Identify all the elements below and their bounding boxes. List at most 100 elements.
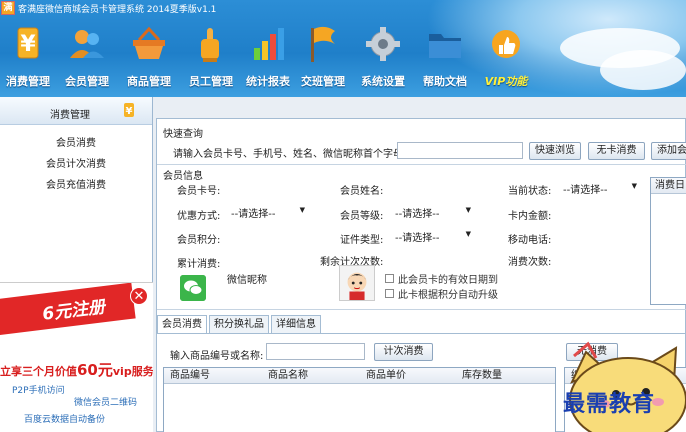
- basket-icon: [133, 26, 165, 59]
- nav-label: 系统设置: [361, 75, 405, 88]
- column-header: 商品名称: [268, 370, 308, 381]
- nav-shift[interactable]: 交班管理: [294, 20, 352, 92]
- nav-label: 商品管理: [127, 75, 171, 88]
- staff-icon: [201, 28, 219, 62]
- card-balance-label: 卡内金额:: [508, 211, 552, 222]
- tab-member-consume[interactable]: 会员消费: [157, 315, 207, 334]
- avatar: [339, 265, 375, 301]
- nav-label: 消费管理: [6, 75, 50, 88]
- quick-search-prompt: 请输入会员卡号、手机号、姓名、微信昵称首个字母: [173, 149, 403, 160]
- sidebar-item-member-count-consume[interactable]: 会员计次消费: [0, 154, 152, 175]
- column-header: 库存数量: [462, 370, 502, 381]
- nav-products[interactable]: 商品管理: [118, 20, 180, 92]
- column-header: 商品单价: [366, 370, 406, 381]
- total-consume-label: 累计消费:: [177, 259, 221, 270]
- quick-browse-button[interactable]: 快速浏览: [529, 142, 581, 160]
- tab-details[interactable]: 详细信息: [271, 315, 321, 333]
- tab-bar: 会员消费 积分换礼品 详细信息: [157, 315, 323, 334]
- sidebar: 消费管理 ¥ 会员消费 会员计次消费 会员充值消费 6元注册 ✕ 立享三个月价值…: [0, 97, 153, 432]
- count-consume-button[interactable]: 计次消费: [374, 343, 433, 361]
- nav-label: VIP功能: [484, 75, 528, 88]
- points-label: 会员积分:: [177, 235, 221, 246]
- sidebar-item-member-recharge[interactable]: 会员充值消费: [0, 175, 152, 196]
- flag-icon: [311, 26, 335, 62]
- quick-search-title: 快速查询: [163, 129, 203, 140]
- nav-label: 帮助文档: [423, 75, 467, 88]
- checkbox-box: [385, 274, 394, 283]
- header-cloud: [600, 50, 686, 90]
- expiry-date-checkbox[interactable]: 此会员卡的有效日期到: [385, 271, 498, 286]
- sidebar-menu: 会员消费 会员计次消费 会员充值消费: [0, 125, 152, 196]
- auto-upgrade-checkbox[interactable]: 此卡根据积分自动升级: [385, 286, 498, 301]
- yuan-icon: ¥: [124, 103, 134, 117]
- nav-reports[interactable]: 统计报表: [242, 20, 294, 92]
- nav-members[interactable]: 会员管理: [56, 20, 118, 92]
- tab-points-gift[interactable]: 积分换礼品: [209, 315, 269, 333]
- member-level-label: 会员等级:: [340, 211, 384, 222]
- status-select[interactable]: --请选择-- ▼: [561, 180, 639, 196]
- nav-label: 会员管理: [65, 75, 109, 88]
- consume-count-label: 消费次数:: [508, 257, 552, 268]
- member-info-title: 会员信息: [163, 171, 203, 182]
- yuan-icon: ¥: [17, 27, 39, 59]
- chevron-down-icon: ▼: [299, 206, 305, 214]
- members-icon: [70, 30, 104, 58]
- discount-label: 优惠方式:: [177, 211, 221, 222]
- product-input-label: 输入商品编号或名称:: [170, 351, 264, 362]
- header-bar: 满 客满座微信商城会员卡管理系统 2014夏季版v1.1 ¥ 消费管理 会员管理: [0, 0, 686, 97]
- svg-text:¥: ¥: [20, 32, 36, 57]
- member-level-select[interactable]: --请选择-- ▼: [393, 204, 473, 220]
- ad-link-p2p[interactable]: P2P手机访问: [12, 383, 65, 396]
- wechat-icon: [180, 275, 206, 301]
- nav-vip[interactable]: VIP功能: [476, 20, 536, 92]
- nav-consume[interactable]: ¥ 消费管理: [0, 20, 56, 92]
- app-title: 客满座微信商城会员卡管理系统 2014夏季版v1.1: [18, 4, 217, 15]
- wechat-nickname-label: 微信昵称: [227, 275, 267, 286]
- no-card-consume-button[interactable]: 无卡消费: [588, 142, 645, 160]
- chevron-down-icon: ▼: [631, 182, 637, 190]
- status-label: 当前状态:: [508, 186, 552, 197]
- section-divider: [157, 309, 686, 310]
- sidebar-header: 消费管理 ¥: [0, 97, 152, 125]
- column-header: 商品编号: [170, 370, 210, 381]
- sidebar-item-member-consume[interactable]: 会员消费: [0, 133, 152, 154]
- consume-history-list[interactable]: 消费日: [650, 177, 686, 305]
- chevron-down-icon: ▼: [465, 206, 471, 214]
- id-type-select[interactable]: --请选择-- ▼: [393, 228, 473, 244]
- nav-staff[interactable]: 员工管理: [180, 20, 242, 92]
- ad-link-baidu-backup[interactable]: 百度云数据自动备份: [24, 412, 105, 425]
- history-header: 消费日: [651, 178, 686, 194]
- ad-panel[interactable]: 6元注册 ✕ 立享三个月价值60元vip服务 P2P手机访问 微信会员二维码 百…: [0, 282, 153, 432]
- discount-select[interactable]: --请选择-- ▼: [229, 204, 307, 220]
- product-grid[interactable]: 商品编号 商品名称 商品单价 库存数量: [163, 367, 556, 432]
- add-member-button[interactable]: 添加会: [651, 142, 686, 160]
- nav-label: 员工管理: [189, 75, 233, 88]
- member-name-label: 会员姓名:: [340, 186, 384, 197]
- svg-text:¥: ¥: [126, 106, 133, 117]
- app-logo: 满: [1, 1, 15, 15]
- nav-settings[interactable]: 系统设置: [352, 20, 414, 92]
- chevron-down-icon: ▼: [465, 230, 471, 238]
- ad-link-wechat-qr[interactable]: 微信会员二维码: [74, 395, 137, 408]
- folder-icon: [429, 34, 461, 58]
- ad-close-icon[interactable]: ✕: [130, 287, 148, 305]
- nav-help[interactable]: 帮助文档: [414, 20, 476, 92]
- bar-chart-icon: [254, 28, 284, 60]
- mobile-phone-label: 移动电话:: [508, 235, 552, 246]
- checkbox-box: [385, 289, 394, 298]
- nav-label: 统计报表: [246, 75, 290, 88]
- quick-search-input[interactable]: [397, 142, 523, 159]
- gear-icon: [366, 27, 400, 61]
- nav-label: 交班管理: [301, 75, 345, 88]
- ad-promo-text: 立享三个月价值60元vip服务: [0, 361, 153, 379]
- watermark-text: 最需教育: [563, 391, 656, 417]
- sidebar-title: 消费管理: [50, 110, 90, 121]
- product-search-input[interactable]: [266, 343, 365, 360]
- section-divider: [157, 164, 686, 165]
- id-type-label: 证件类型:: [340, 235, 384, 246]
- product-grid-header: 商品编号 商品名称 商品单价 库存数量: [164, 368, 555, 384]
- main-nav: ¥ 消费管理 会员管理 商品管理 员工管理 统计报表 交班管理 系统设置 帮助文…: [0, 20, 536, 92]
- title-bar: 满 客满座微信商城会员卡管理系统 2014夏季版v1.1: [0, 0, 216, 16]
- vip-like-icon: [492, 30, 520, 58]
- card-no-label: 会员卡号:: [177, 186, 221, 197]
